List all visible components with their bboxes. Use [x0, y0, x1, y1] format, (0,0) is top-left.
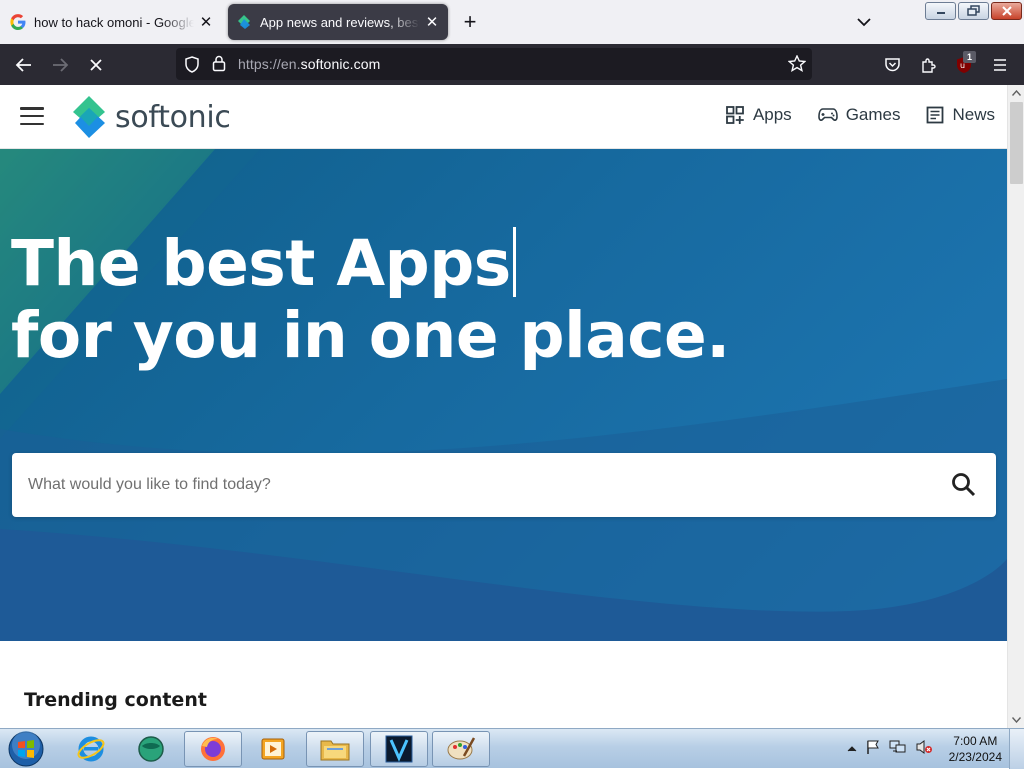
new-tab-plus-icon[interactable]: +	[458, 9, 482, 34]
globe-app-icon	[138, 736, 164, 762]
stop-loading-icon[interactable]	[83, 52, 109, 78]
system-tray: 7:00 AM 2/23/2024	[847, 729, 1002, 769]
window-controls	[925, 2, 1022, 20]
show-desktop-button[interactable]	[1009, 729, 1024, 769]
restore-icon[interactable]	[958, 2, 989, 20]
paint-icon	[447, 737, 476, 760]
site-search-box[interactable]	[12, 453, 996, 517]
taskbar-globe-app[interactable]	[122, 731, 180, 767]
action-center-flag-icon[interactable]	[865, 739, 881, 760]
tab-softonic[interactable]: App news and reviews, best software down…	[228, 4, 448, 40]
windows-taskbar: 7:00 AM 2/23/2024	[0, 728, 1024, 769]
scroll-up-arrow-icon[interactable]	[1008, 85, 1024, 101]
taskbar-v-app[interactable]	[370, 731, 428, 767]
top-navigation: Apps Games News	[725, 105, 995, 125]
gamepad-icon	[817, 108, 838, 121]
nav-apps-label: Apps	[752, 105, 792, 124]
back-arrow-icon[interactable]	[11, 52, 37, 78]
taskbar-internet-explorer[interactable]	[62, 731, 120, 767]
scroll-down-arrow-icon[interactable]	[1008, 712, 1024, 728]
nav-games[interactable]: Games	[817, 105, 901, 125]
clock-date: 2/23/2024	[948, 750, 1002, 764]
search-icon[interactable]	[950, 471, 978, 504]
volume-muted-icon[interactable]	[915, 739, 933, 760]
address-bar[interactable]: https://en.softonic.com	[176, 48, 812, 80]
text-caret	[512, 227, 516, 297]
taskbar-paint[interactable]	[432, 731, 490, 767]
url-text[interactable]: https://en.softonic.com	[238, 56, 380, 72]
media-player-icon	[261, 738, 285, 760]
file-explorer-icon	[320, 740, 350, 761]
google-icon	[10, 14, 26, 30]
scrollbar-thumb[interactable]	[1010, 102, 1023, 184]
news-icon	[927, 106, 944, 124]
nav-games-label: Games	[845, 105, 901, 124]
start-button[interactable]	[4, 730, 48, 768]
hero-background-shapes	[0, 149, 1007, 641]
internet-explorer-icon	[77, 736, 105, 762]
softonic-icon	[236, 14, 252, 30]
close-tab-icon[interactable]: ✕	[424, 14, 440, 31]
list-all-tabs-chevron-icon[interactable]	[852, 12, 876, 32]
nav-news[interactable]: News	[926, 105, 995, 125]
nav-apps[interactable]: Apps	[725, 105, 792, 125]
url-domain: softonic.com	[300, 56, 381, 72]
extensions-puzzle-icon[interactable]	[915, 52, 941, 78]
forward-arrow-icon[interactable]	[47, 52, 73, 78]
nav-news-label: News	[952, 105, 995, 124]
browser-tab-strip: how to hack omoni - Google Search ✕ App …	[0, 0, 1024, 44]
site-header: softonic Apps Games News	[0, 85, 1007, 149]
clock-time: 7:00 AM	[953, 734, 998, 748]
close-window-icon[interactable]	[991, 2, 1022, 20]
pocket-icon[interactable]	[879, 52, 905, 78]
hero-line-2: for you in one place.	[11, 299, 730, 372]
softonic-logo[interactable]: softonic	[71, 96, 231, 138]
app-menu-hamburger-icon[interactable]	[987, 52, 1013, 78]
network-icon[interactable]	[889, 739, 907, 760]
minimize-icon[interactable]	[925, 2, 956, 20]
trending-heading: Trending content	[24, 689, 207, 711]
softonic-logo-mark-icon	[73, 96, 105, 138]
search-input[interactable]	[28, 476, 928, 494]
v-app-icon	[385, 735, 413, 763]
windows-start-orb-icon	[8, 731, 44, 767]
tab-title: App news and reviews, best software down…	[260, 14, 420, 30]
tab-google-search[interactable]: how to hack omoni - Google Search ✕	[2, 4, 222, 40]
taskbar-media-player[interactable]	[244, 731, 302, 767]
url-prefix: https://en.	[238, 56, 301, 72]
tracking-protection-shield-icon[interactable]	[184, 56, 200, 78]
hero-banner: The best Apps for you in one place.	[0, 149, 1007, 641]
hero-line-1: The best Apps	[11, 227, 511, 300]
site-menu-hamburger-icon[interactable]	[20, 107, 44, 125]
browser-toolbar: https://en.softonic.com u	[0, 44, 1024, 85]
brand-wordmark: softonic	[115, 99, 231, 135]
page-viewport: softonic Apps Games News The best Apps f…	[0, 85, 1007, 728]
show-hidden-icons-arrow-icon[interactable]	[847, 740, 857, 758]
page-scrollbar[interactable]	[1007, 85, 1024, 728]
taskbar-firefox[interactable]	[184, 731, 242, 767]
lock-icon[interactable]	[212, 55, 226, 77]
tab-title: how to hack omoni - Google Search	[34, 14, 194, 30]
hero-headline: The best Apps for you in one place.	[11, 227, 730, 372]
taskbar-file-explorer[interactable]	[306, 731, 364, 767]
system-clock[interactable]: 7:00 AM 2/23/2024	[949, 733, 1002, 765]
bookmark-star-icon[interactable]	[787, 54, 807, 77]
close-tab-icon[interactable]: ✕	[198, 14, 214, 31]
firefox-icon	[201, 737, 225, 761]
extension-badge-count: 1	[963, 51, 976, 63]
apps-grid-icon	[726, 106, 744, 124]
